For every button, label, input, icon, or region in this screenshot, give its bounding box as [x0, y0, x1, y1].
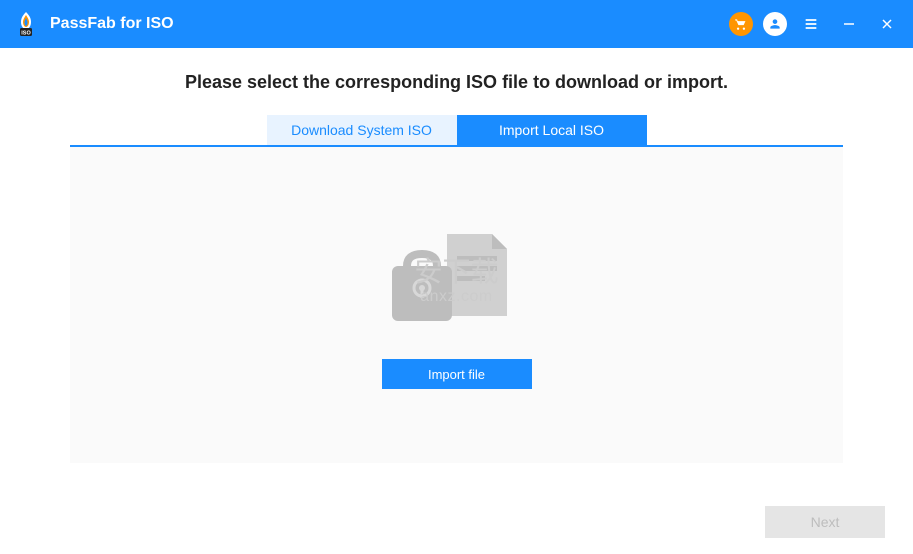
titlebar-controls: [729, 10, 901, 38]
minimize-button[interactable]: [835, 10, 863, 38]
tab-bar: Download System ISO Import Local ISO: [70, 115, 843, 147]
tab-import-local-iso[interactable]: Import Local ISO: [457, 115, 647, 145]
user-button[interactable]: [763, 12, 787, 36]
import-illustration: 安下载 anxz.com: [347, 221, 567, 341]
cart-button[interactable]: [729, 12, 753, 36]
tab-download-system-iso[interactable]: Download System ISO: [267, 115, 457, 145]
import-file-button[interactable]: Import file: [382, 359, 532, 389]
footer: Next: [765, 506, 885, 538]
logo-wrap: ISO PassFab for ISO: [12, 10, 174, 38]
import-panel: 安下载 anxz.com Import file: [70, 147, 843, 463]
main-content: Please select the corresponding ISO file…: [0, 48, 913, 463]
svg-text:ISO: ISO: [21, 31, 31, 37]
app-logo-icon: ISO: [12, 10, 40, 38]
menu-button[interactable]: [797, 10, 825, 38]
page-heading: Please select the corresponding ISO file…: [70, 72, 843, 93]
close-button[interactable]: [873, 10, 901, 38]
app-title: PassFab for ISO: [50, 15, 174, 33]
next-button: Next: [765, 506, 885, 538]
titlebar: ISO PassFab for ISO: [0, 0, 913, 48]
